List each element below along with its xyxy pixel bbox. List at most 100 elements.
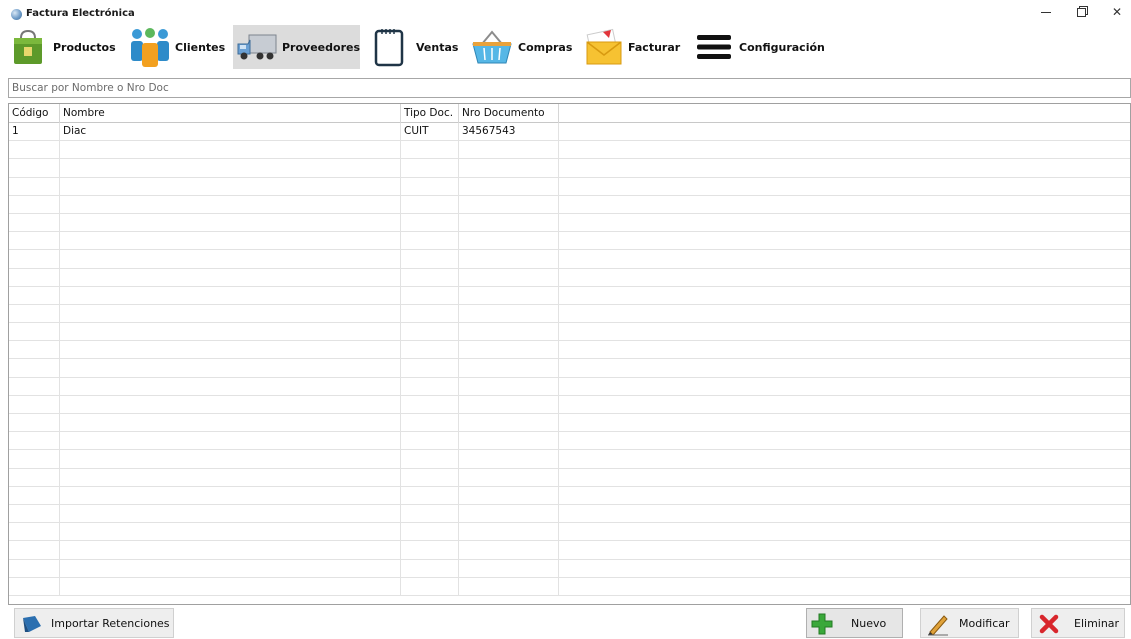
table-cell [60, 268, 401, 286]
table-cell [459, 559, 559, 577]
empty-table-row[interactable] [9, 159, 1130, 178]
table-cell [60, 432, 401, 450]
table-cell [459, 304, 559, 323]
table-cell [401, 232, 459, 250]
table-cell [401, 450, 459, 468]
table-cell [401, 359, 459, 377]
empty-table-row[interactable] [9, 359, 1130, 378]
edit-button[interactable]: Modificar [920, 608, 1019, 638]
table-cell [459, 395, 559, 413]
table-cell [60, 304, 401, 323]
table-cell [401, 250, 459, 268]
window-title: Factura Electrónica [26, 8, 135, 19]
empty-table-row[interactable] [9, 195, 1130, 214]
table-cell [459, 486, 559, 504]
table-row[interactable]: 1 Diac CUIT 34567543 [9, 123, 1130, 142]
table-cell [459, 141, 559, 159]
empty-table-row[interactable] [9, 232, 1130, 251]
table-cell [9, 195, 60, 213]
empty-table-row[interactable] [9, 432, 1130, 451]
table-cell [60, 414, 401, 432]
table-cell [9, 159, 60, 177]
empty-table-row[interactable] [9, 468, 1130, 487]
new-button[interactable]: Nuevo [806, 608, 903, 638]
empty-table-row[interactable] [9, 541, 1130, 560]
toolbar-facturar-button[interactable]: Facturar [583, 25, 687, 69]
column-header-codigo[interactable]: Código [9, 104, 60, 123]
table-cell [459, 250, 559, 268]
empty-table-row[interactable] [9, 268, 1130, 287]
empty-table-row[interactable] [9, 323, 1130, 342]
table-cell [9, 268, 60, 286]
table-cell [9, 504, 60, 523]
column-header-nro-documento[interactable]: Nro Documento [459, 104, 559, 123]
toolbar-configuracion-button[interactable]: Configuración [691, 25, 827, 69]
empty-table-row[interactable] [9, 414, 1130, 433]
table-cell [60, 341, 401, 359]
empty-table-row[interactable] [9, 141, 1130, 160]
app-icon [11, 9, 22, 20]
empty-table-row[interactable] [9, 450, 1130, 469]
empty-table-row[interactable] [9, 559, 1130, 578]
toolbar-productos-button[interactable]: Productos [8, 25, 120, 69]
table-cell [9, 341, 60, 359]
empty-table-row[interactable] [9, 250, 1130, 269]
toolbar-label: Productos [53, 40, 116, 54]
envelope-icon [586, 28, 622, 65]
minimize-button[interactable] [1028, 2, 1064, 22]
table-cell [459, 432, 559, 450]
empty-table-row[interactable] [9, 504, 1130, 524]
empty-table-row[interactable] [9, 577, 1130, 596]
button-label: Nuevo [851, 616, 887, 630]
import-icon [23, 616, 41, 632]
table-cell [401, 468, 459, 486]
table-cell [459, 523, 559, 541]
table-cell [401, 341, 459, 359]
maximize-button[interactable] [1063, 2, 1099, 22]
column-header-nombre[interactable]: Nombre [60, 104, 401, 123]
table-cell [401, 141, 459, 159]
table-cell [459, 268, 559, 286]
column-header-tipo-doc[interactable]: Tipo Doc. [401, 104, 459, 123]
delete-button[interactable]: Eliminar [1031, 608, 1125, 638]
toolbar-label: Clientes [175, 40, 226, 54]
suppliers-table[interactable]: Código Nombre Tipo Doc. Nro Documento 1D… [8, 103, 1131, 605]
table-cell [60, 504, 401, 523]
table-cell [60, 541, 401, 559]
empty-table-row[interactable] [9, 377, 1130, 396]
table-cell [9, 377, 60, 395]
table-cell [60, 250, 401, 268]
table-header: Código Nombre Tipo Doc. Nro Documento [9, 104, 1130, 123]
pencil-edit-icon [928, 615, 948, 636]
empty-table-row[interactable] [9, 213, 1130, 233]
table-cell [401, 304, 459, 323]
toolbar-label: Compras [518, 40, 573, 54]
search-input[interactable] [8, 78, 1131, 98]
table-cell [9, 141, 60, 159]
toolbar-clientes-button[interactable]: Clientes [124, 25, 228, 69]
table-cell [9, 468, 60, 486]
close-button[interactable]: ✕ [1099, 2, 1131, 22]
empty-table-row[interactable] [9, 523, 1130, 542]
table-cell [459, 232, 559, 250]
table-cell [60, 232, 401, 250]
notepad-icon [374, 29, 404, 67]
table-cell [401, 504, 459, 523]
empty-table-row[interactable] [9, 486, 1130, 505]
empty-table-row[interactable] [9, 177, 1130, 196]
empty-table-row[interactable] [9, 341, 1130, 360]
table-cell [459, 341, 559, 359]
empty-table-row[interactable] [9, 304, 1130, 324]
delivery-truck-icon [237, 34, 277, 60]
empty-table-row[interactable] [9, 395, 1130, 414]
toolbar-ventas-button[interactable]: Ventas [368, 25, 463, 69]
table-cell [9, 559, 60, 577]
toolbar-compras-button[interactable]: Compras [468, 25, 580, 69]
table-cell [60, 213, 401, 232]
table-cell [401, 432, 459, 450]
import-retenciones-button[interactable]: Importar Retenciones [14, 608, 174, 638]
empty-table-row[interactable] [9, 286, 1130, 305]
table-cell [60, 286, 401, 304]
hamburger-menu-icon [697, 35, 731, 59]
toolbar-proveedores-button[interactable]: Proveedores [233, 25, 360, 69]
